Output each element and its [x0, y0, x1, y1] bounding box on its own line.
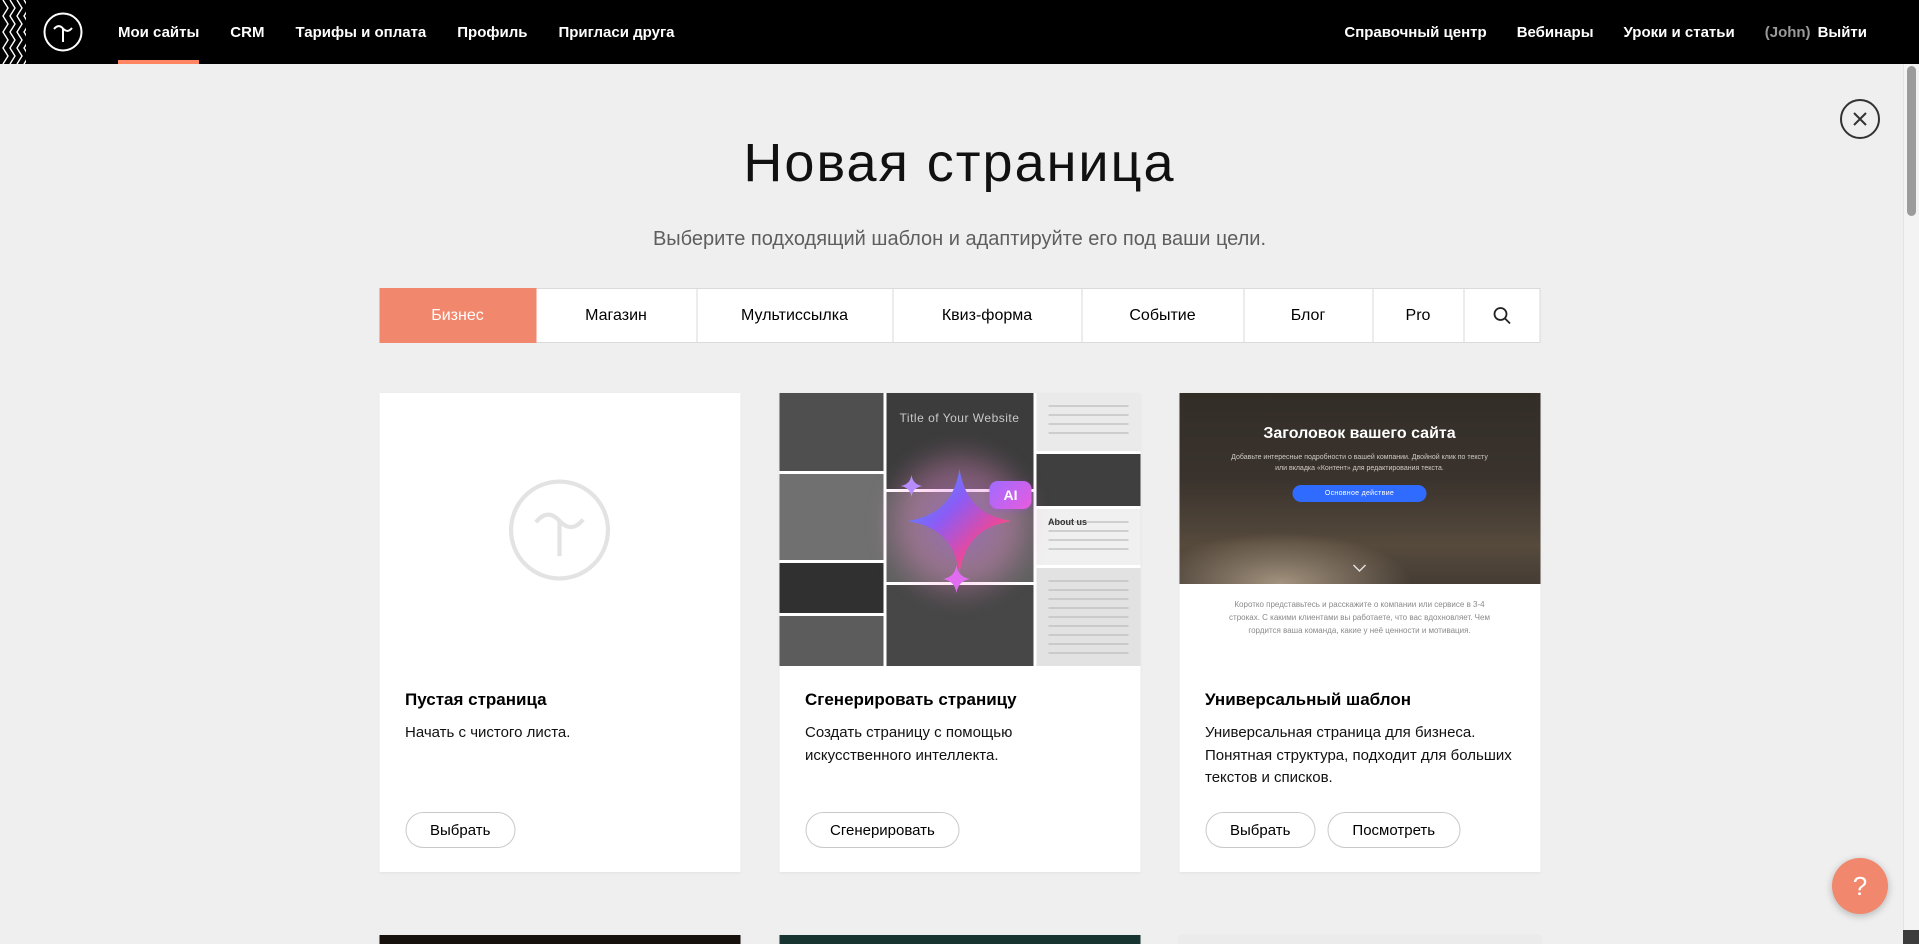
blank-preview [379, 393, 740, 666]
generate-button[interactable]: Сгенерировать [805, 812, 960, 848]
help-button[interactable]: ? [1832, 858, 1888, 914]
close-icon [1852, 111, 1868, 127]
template-hero-button: Основное действие [1293, 485, 1427, 502]
user-name: (John) [1765, 24, 1811, 41]
ai-preview: About us Title of Your Website [779, 393, 1140, 666]
template-body-text: Коротко представьтесь и расскажите о ком… [1227, 599, 1492, 637]
page-title: Новая страница [379, 132, 1540, 194]
tab-quiz-form[interactable]: Квиз-форма [892, 288, 1082, 343]
template-hero: Заголовок вашего сайта Добавьте интересн… [1179, 393, 1540, 584]
tab-pro[interactable]: Pro [1372, 288, 1464, 343]
tilda-new-page-screen: Мои сайты CRM Тарифы и оплата Профиль Пр… [0, 0, 1919, 944]
close-button[interactable] [1840, 99, 1880, 139]
nav-item-logout[interactable]: (John) Выйти [1765, 0, 1867, 64]
search-icon [1492, 306, 1511, 325]
tab-search[interactable] [1463, 288, 1540, 343]
template-category-tabs: Бизнес Магазин Мультиссылка Квиз-форма С… [379, 288, 1540, 343]
scrollbar-thumb[interactable] [1907, 66, 1916, 216]
card-title: Пустая страница [405, 690, 714, 710]
tab-store[interactable]: Магазин [535, 288, 697, 343]
tab-multilink[interactable]: Мультиссылка [696, 288, 893, 343]
nav-item-webinars[interactable]: Вебинары [1517, 0, 1594, 64]
nav-item-profile[interactable]: Профиль [457, 0, 527, 64]
card-ai-generate[interactable]: About us Title of Your Website [779, 393, 1140, 872]
card-info: Сгенерировать страницу Создать страницу … [779, 666, 1140, 872]
scrollbar-corner [1903, 930, 1919, 944]
template-card-partial[interactable] [379, 935, 740, 944]
card-info: Универсальный шаблон Универсальная стран… [1179, 666, 1540, 872]
vertical-scrollbar[interactable] [1903, 0, 1919, 944]
card-universal-template[interactable]: Заголовок вашего сайта Добавьте интересн… [1179, 393, 1540, 872]
chevron-down-icon [1353, 559, 1367, 577]
template-hero-subtitle: Добавьте интересные подробности о вашей … [1230, 452, 1490, 474]
select-blank-button[interactable]: Выбрать [405, 812, 515, 848]
nav-item-help-center[interactable]: Справочный центр [1344, 0, 1486, 64]
tilda-logo[interactable] [42, 11, 84, 53]
card-description: Универсальная страница для бизнеса. Поня… [1205, 722, 1514, 790]
page-subtitle: Выберите подходящий шаблон и адаптируйте… [379, 228, 1540, 251]
nav-item-invite-friend[interactable]: Пригласи друга [558, 0, 674, 64]
top-navbar: Мои сайты CRM Тарифы и оплата Профиль Пр… [0, 0, 1919, 64]
card-description: Начать с чистого листа. [405, 722, 714, 745]
nav-item-crm[interactable]: CRM [230, 0, 264, 64]
secondary-nav: Справочный центр Вебинары Уроки и статьи… [1344, 0, 1867, 64]
tab-blog[interactable]: Блог [1243, 288, 1373, 343]
card-blank-page[interactable]: Пустая страница Начать с чистого листа. … [379, 393, 740, 872]
template-grid: Пустая страница Начать с чистого листа. … [379, 393, 1540, 872]
template-hero-title: Заголовок вашего сайта [1179, 425, 1540, 443]
universal-preview: Заголовок вашего сайта Добавьте интересн… [1179, 393, 1540, 666]
tab-business[interactable]: Бизнес [379, 288, 536, 343]
template-card-partial[interactable] [779, 935, 1140, 944]
card-description: Создать страницу с помощью искусственног… [805, 722, 1114, 767]
nav-item-lessons[interactable]: Уроки и статьи [1624, 0, 1735, 64]
tilda-watermark-icon [505, 475, 615, 585]
ai-badge: AI [990, 481, 1032, 509]
logout-label: Выйти [1818, 24, 1867, 41]
card-info: Пустая страница Начать с чистого листа. … [379, 666, 740, 872]
zigzag-pattern-icon [0, 0, 26, 64]
tab-event[interactable]: Событие [1081, 288, 1244, 343]
template-card-partial[interactable] [1179, 935, 1540, 944]
template-body: Коротко представьтесь и расскажите о ком… [1179, 584, 1540, 666]
nav-item-my-sites[interactable]: Мои сайты [118, 0, 199, 64]
next-row-cards [379, 935, 1540, 944]
nav-item-tariffs[interactable]: Тарифы и оплата [295, 0, 426, 64]
preview-template-button[interactable]: Посмотреть [1327, 812, 1460, 848]
about-us-tile-label: About us [1048, 517, 1087, 527]
select-template-button[interactable]: Выбрать [1205, 812, 1315, 848]
card-title: Универсальный шаблон [1205, 690, 1514, 710]
card-title: Сгенерировать страницу [805, 690, 1114, 710]
main-nav: Мои сайты CRM Тарифы и оплата Профиль Пр… [118, 0, 675, 64]
content-area: Новая страница Выберите подходящий шабло… [379, 0, 1540, 944]
